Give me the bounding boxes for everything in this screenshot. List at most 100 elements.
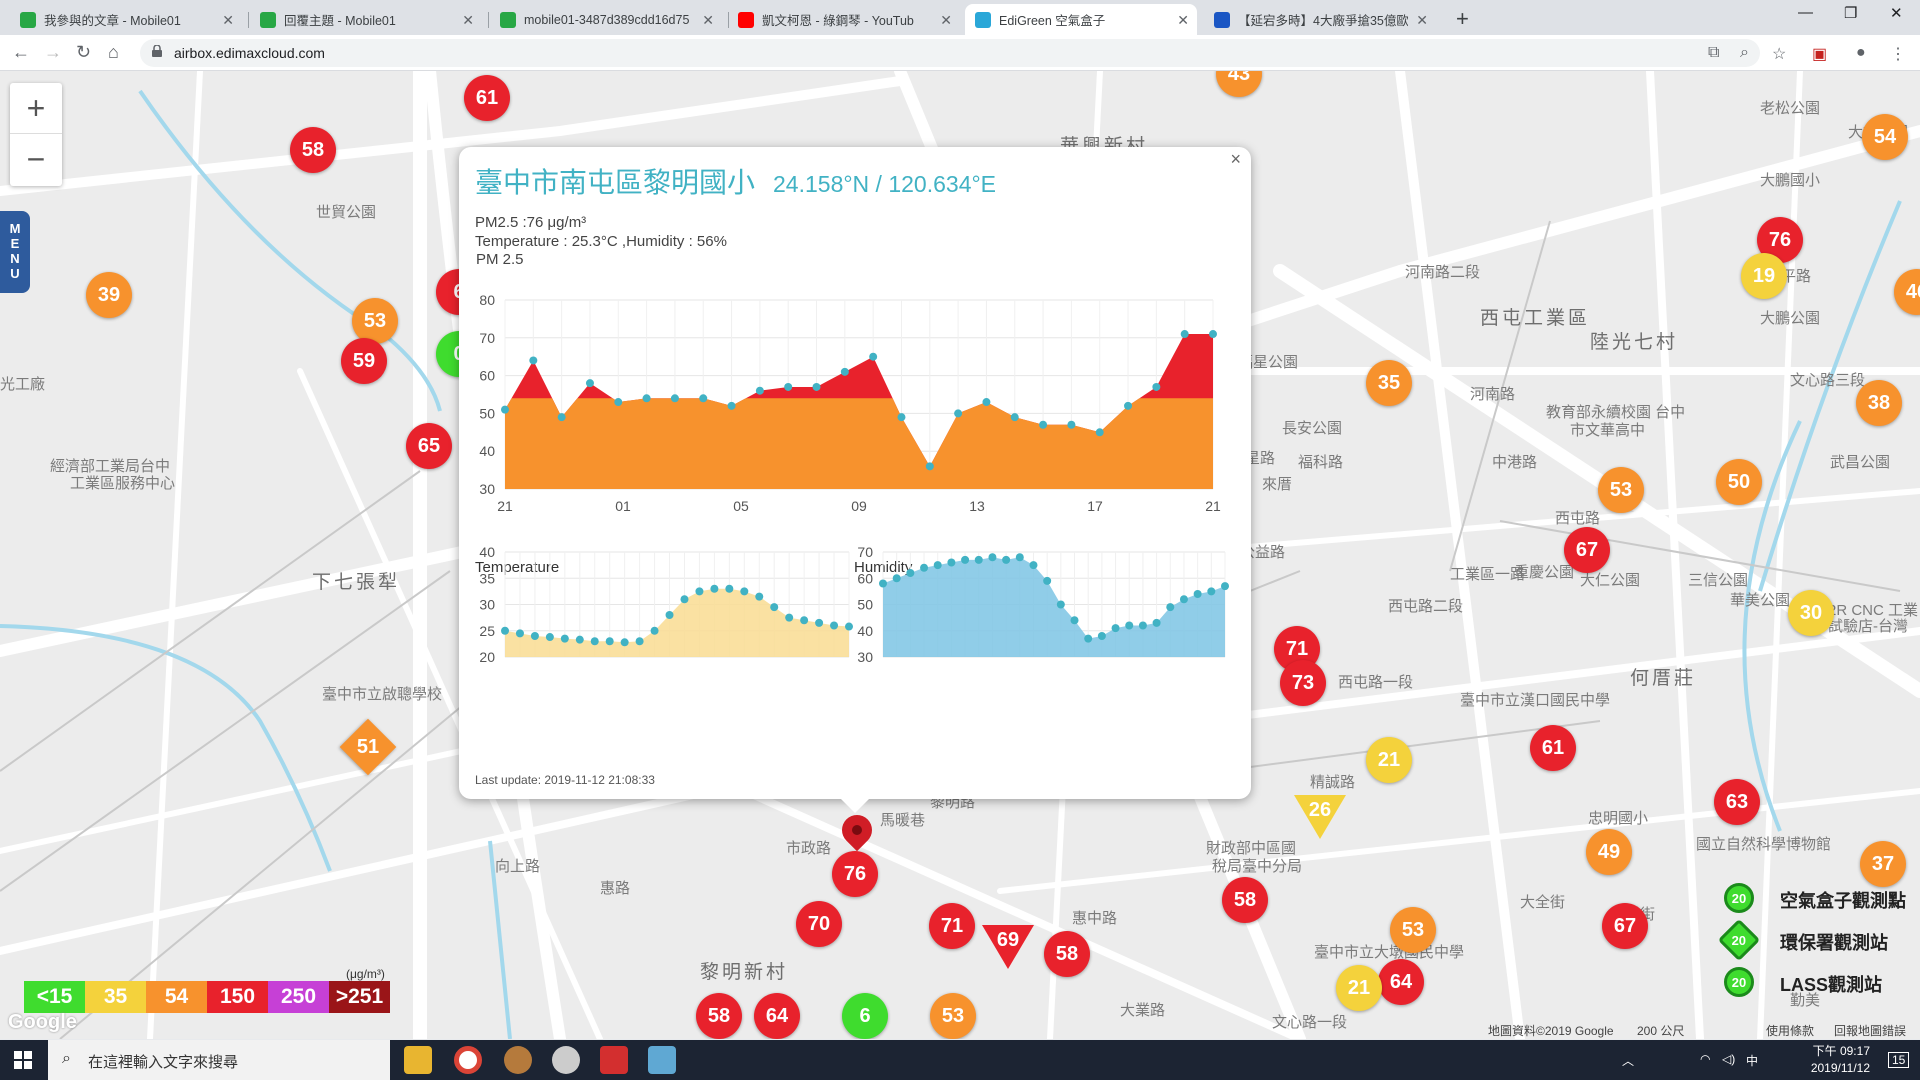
- report-error-link[interactable]: 回報地圖錯誤: [1834, 1022, 1906, 1039]
- airbox-station-marker[interactable]: 58: [290, 127, 336, 173]
- app-icon-3[interactable]: [504, 1046, 532, 1074]
- popup-charts: 30 40 50 60 70 80 21 01 05 09 13 17 21 20 25 30 35 40 30 40…: [479, 292, 1229, 665]
- zoom-icon[interactable]: ⌕: [1740, 44, 1749, 62]
- windows-start-icon[interactable]: [14, 1051, 32, 1069]
- app-icon-6[interactable]: [648, 1046, 676, 1074]
- airbox-station-marker[interactable]: 30: [1788, 590, 1834, 636]
- app-icon-5[interactable]: [600, 1046, 628, 1074]
- menu-tab[interactable]: MENU: [0, 211, 30, 293]
- taskbar-search-box[interactable]: ⌕ 在這裡輸入文字來搜尋: [48, 1040, 390, 1080]
- airbox-station-marker[interactable]: 39: [86, 272, 132, 318]
- airbox-station-marker[interactable]: 58: [1222, 877, 1268, 923]
- data-point: [1039, 420, 1048, 429]
- airbox-station-marker[interactable]: 35: [1366, 360, 1412, 406]
- area-fill: [505, 588, 849, 657]
- tab-close-icon[interactable]: ✕: [462, 12, 474, 29]
- bookmark-star-icon[interactable]: ☆: [1772, 44, 1786, 64]
- zoom-out-button[interactable]: −: [10, 134, 62, 185]
- airbox-station-marker[interactable]: 65: [406, 423, 452, 469]
- zoom-in-button[interactable]: +: [10, 83, 62, 134]
- map-canvas[interactable]: 世貿公園 下七張犁 光工廠 經濟部工業局台中 工業區服務中心 臺中市立啟聰學校 黎明新村 市政…: [0, 71, 1920, 1039]
- airbox-station-marker[interactable]: 61: [1530, 725, 1576, 771]
- airbox-legend-icon[interactable]: 20: [1724, 883, 1754, 913]
- station-legend-label[interactable]: 環保署觀測站: [1780, 929, 1888, 955]
- maximize-button[interactable]: ❐: [1844, 4, 1857, 22]
- ime-indicator[interactable]: 中: [1746, 1052, 1758, 1069]
- airbox-station-marker[interactable]: 58: [696, 993, 742, 1039]
- airbox-station-marker[interactable]: 64: [1378, 959, 1424, 1005]
- airbox-station-marker[interactable]: 67: [1564, 527, 1610, 573]
- extension-icon[interactable]: ▣: [1812, 44, 1827, 64]
- close-window-button[interactable]: ✕: [1890, 4, 1903, 22]
- menu-dots-icon[interactable]: ⋮: [1890, 44, 1906, 64]
- station-legend-label[interactable]: LASS觀測站: [1780, 971, 1882, 997]
- airbox-station-marker[interactable]: 50: [1716, 459, 1762, 505]
- airbox-station-marker[interactable]: 59: [341, 338, 387, 384]
- airbox-station-marker[interactable]: 49: [1586, 829, 1632, 875]
- epa-station-marker[interactable]: 51: [339, 718, 397, 776]
- tab-close-icon[interactable]: ✕: [1416, 12, 1428, 29]
- volume-icon[interactable]: ◁): [1722, 1052, 1735, 1066]
- airbox-station-marker[interactable]: 76: [832, 851, 878, 897]
- translate-icon[interactable]: ⧉: [1708, 44, 1719, 62]
- airbox-station-marker[interactable]: 70: [796, 901, 842, 947]
- airbox-station-marker[interactable]: 19: [1741, 253, 1787, 299]
- clock[interactable]: 下午 09:17 2019/11/12: [1800, 1043, 1870, 1077]
- new-tab-button[interactable]: +: [1456, 6, 1469, 32]
- airbox-station-marker[interactable]: 53: [930, 993, 976, 1039]
- browser-tab[interactable]: 回覆主題 - Mobile01 ✕: [250, 4, 482, 35]
- data-point: [988, 553, 997, 562]
- tab-close-icon[interactable]: ✕: [1177, 12, 1189, 29]
- map-place-label: 大鵬公園: [1760, 310, 1821, 327]
- airbox-station-marker[interactable]: 54: [1862, 114, 1908, 160]
- browser-tab[interactable]: mobile01-3487d389cdd16d75 ✕: [490, 4, 722, 35]
- airbox-station-marker[interactable]: 53: [352, 298, 398, 344]
- airbox-station-marker[interactable]: 63: [1714, 779, 1760, 825]
- station-legend-label[interactable]: 空氣盒子觀測點: [1780, 887, 1906, 913]
- airbox-station-marker[interactable]: 21: [1336, 965, 1382, 1011]
- airbox-station-marker[interactable]: 73: [1280, 660, 1326, 706]
- airbox-station-marker[interactable]: 67: [1602, 903, 1648, 949]
- app-icon-4[interactable]: [552, 1046, 580, 1074]
- lass-legend-icon[interactable]: 20: [1724, 967, 1754, 997]
- back-icon[interactable]: ←: [12, 42, 30, 63]
- airbox-station-marker[interactable]: 61: [464, 75, 510, 121]
- airbox-station-marker[interactable]: 21: [1366, 737, 1412, 783]
- profile-icon[interactable]: ●: [1856, 44, 1866, 62]
- terms-link[interactable]: 使用條款: [1766, 1022, 1814, 1039]
- file-explorer-icon[interactable]: [404, 1046, 432, 1074]
- data-point: [897, 413, 906, 422]
- y-tick-label: 40: [479, 443, 495, 459]
- airbox-station-marker[interactable]: 6: [842, 993, 888, 1039]
- network-icon[interactable]: ◠: [1700, 1052, 1710, 1066]
- tab-close-icon[interactable]: ✕: [702, 12, 714, 29]
- data-point: [680, 595, 689, 604]
- notification-icon[interactable]: 15: [1888, 1052, 1910, 1068]
- browser-tab[interactable]: EdiGreen 空氣盒子 ✕: [965, 4, 1197, 35]
- y-tick-label: 60: [857, 570, 873, 586]
- browser-tab[interactable]: 【延宕多時】4大廠爭搶35億歐元 ✕: [1204, 4, 1436, 35]
- forward-icon[interactable]: →: [44, 42, 62, 63]
- reload-icon[interactable]: ↻: [76, 42, 91, 63]
- browser-tab[interactable]: 我參與的文章 - Mobile01 ✕: [10, 4, 242, 35]
- airbox-station-marker[interactable]: 58: [1044, 931, 1090, 977]
- tab-close-icon[interactable]: ✕: [222, 12, 234, 29]
- airbox-station-marker[interactable]: 37: [1860, 841, 1906, 887]
- tray-chevron-icon[interactable]: ︿: [1622, 1052, 1634, 1069]
- tab-close-icon[interactable]: ✕: [940, 12, 952, 29]
- address-bar[interactable]: airbox.edimaxcloud.com: [140, 39, 1760, 67]
- airbox-station-marker[interactable]: 38: [1856, 380, 1902, 426]
- home-icon[interactable]: ⌂: [108, 42, 119, 63]
- y-tick-label: 40: [479, 544, 495, 560]
- airbox-station-marker[interactable]: 53: [1598, 467, 1644, 513]
- map-place-label: 河南路二段: [1405, 264, 1481, 281]
- tab-separator: [488, 12, 489, 28]
- data-point: [1097, 632, 1106, 640]
- airbox-station-marker[interactable]: 53: [1390, 907, 1436, 953]
- minimize-button[interactable]: —: [1798, 4, 1813, 21]
- airbox-station-marker[interactable]: 71: [929, 903, 975, 949]
- browser-tab[interactable]: 凱文柯恩 - 綠鋼琴 - YouTub ✕: [728, 4, 960, 35]
- scale-segment: >251: [329, 981, 390, 1013]
- airbox-station-marker[interactable]: 64: [754, 993, 800, 1039]
- chrome-icon[interactable]: [454, 1046, 482, 1074]
